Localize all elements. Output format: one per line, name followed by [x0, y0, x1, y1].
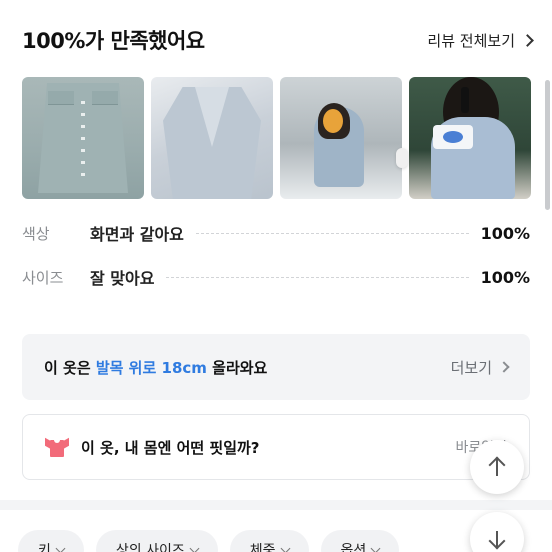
review-photo-1[interactable] [22, 77, 144, 199]
button-row [81, 101, 85, 183]
microphone-icon [461, 87, 469, 113]
rating-value: 화면과 같아요 [90, 225, 184, 244]
chip-label: 키 [38, 543, 51, 552]
pocket-left [48, 91, 74, 105]
dashed-divider [195, 232, 469, 234]
rating-row-color: 색상 화면과 같아요 100% [22, 221, 530, 245]
tshirt-icon [45, 437, 69, 457]
fit-question: 이 옷, 내 몸엔 어떤 핏일까? [81, 438, 260, 457]
satisfaction-title: 100%가 만족했어요 [22, 29, 205, 53]
card-shape [433, 125, 473, 149]
section-divider [0, 500, 552, 510]
chevron-down-icon [55, 543, 66, 552]
rating-row-size: 사이즈 잘 맞아요 100% [22, 265, 530, 289]
height-highlight: 발목 위로 18cm [95, 358, 207, 377]
face-blur [323, 109, 343, 133]
filter-chip-height[interactable]: 키 [18, 530, 84, 552]
rating-percent: 100% [480, 267, 530, 287]
more-link[interactable]: 더보기 [450, 357, 510, 378]
rating-label: 색상 [22, 224, 50, 243]
chevron-down-icon [280, 543, 290, 552]
review-photo-strip[interactable] [22, 77, 552, 199]
dashed-divider [166, 276, 469, 278]
pocket-right [92, 91, 118, 105]
chip-label: 상의 사이즈 [115, 543, 185, 552]
review-photo-2[interactable] [151, 77, 273, 199]
carousel-scroll-handle[interactable] [396, 148, 408, 168]
filter-chip-top-size[interactable]: 상의 사이즈 [95, 530, 218, 552]
height-prefix: 이 옷은 [44, 358, 91, 377]
height-info-text: 이 옷은 발목 위로 18cm 올라와요 [44, 357, 267, 378]
arrow-up-icon [488, 456, 506, 477]
rating-value: 잘 맞아요 [90, 269, 155, 288]
scroll-bottom-button[interactable] [470, 512, 524, 552]
fit-tryon-banner[interactable]: 이 옷, 내 몸엔 어떤 핏일까? 바로입기 [22, 414, 530, 480]
fit-left: 이 옷, 내 몸엔 어떤 핏일까? [45, 437, 260, 458]
chevron-right-icon [521, 33, 534, 47]
more-label: 더보기 [450, 358, 492, 377]
chevron-right-icon [498, 361, 510, 373]
filter-chip-weight[interactable]: 체중 [229, 530, 309, 552]
filter-chip-option[interactable]: 옵션 [320, 530, 400, 552]
scroll-top-button[interactable] [470, 440, 524, 494]
rating-label: 사이즈 [22, 268, 64, 287]
chip-label: 옵션 [340, 543, 367, 552]
chip-label: 체중 [249, 543, 276, 552]
rating-percent: 100% [480, 223, 530, 243]
chevron-down-icon [189, 543, 200, 552]
review-all-label: 리뷰 전체보기 [427, 31, 515, 50]
review-photo-4[interactable] [409, 77, 531, 199]
arrow-down-icon [488, 529, 506, 550]
review-header: 100%가 만족했어요 리뷰 전체보기 [22, 22, 534, 58]
chevron-down-icon [370, 543, 381, 552]
page-scrollbar[interactable] [545, 80, 550, 210]
height-info-banner[interactable]: 이 옷은 발목 위로 18cm 올라와요 더보기 [22, 334, 530, 400]
review-photo-3[interactable] [280, 77, 402, 199]
review-all-link[interactable]: 리뷰 전체보기 [427, 30, 534, 51]
height-suffix: 올라와요 [212, 358, 268, 377]
